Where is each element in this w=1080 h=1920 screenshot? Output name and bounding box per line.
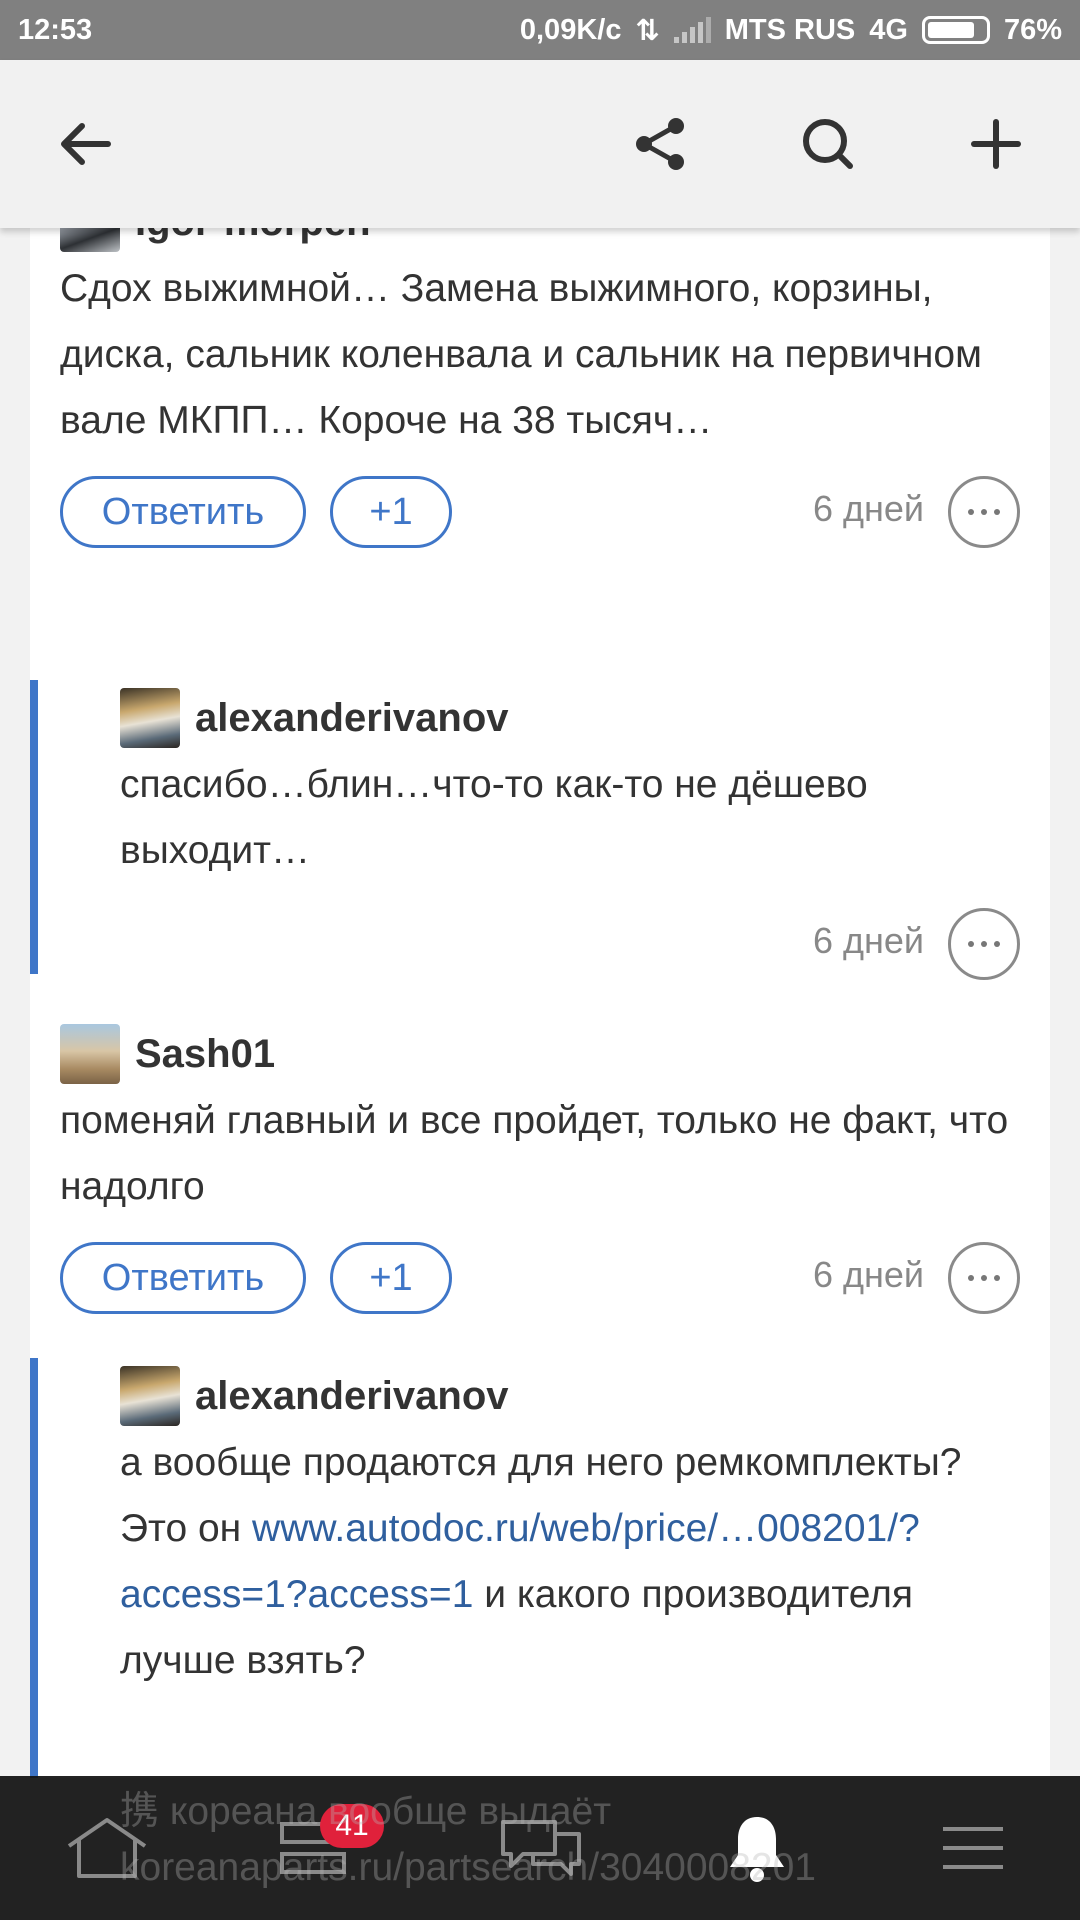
comment-author-row: alexanderivanov xyxy=(120,1366,1050,1426)
messages-icon xyxy=(501,1820,581,1876)
status-indicators: 0,09K/c ⇅ MTS RUS 4G 76% xyxy=(520,13,1062,48)
author-name[interactable]: Sash01 xyxy=(135,1032,275,1077)
signal-icon xyxy=(673,17,711,43)
bottom-navigation: 41 xyxy=(0,1776,1080,1920)
nav-menu[interactable] xyxy=(918,1800,1028,1896)
author-name[interactable]: alexanderivanov xyxy=(195,1374,509,1419)
comment-actions: Ответить +1 6 дней xyxy=(60,476,1050,550)
comment: Igor-morpeh Сдох выжимной… Замена выжимн… xyxy=(30,228,1050,550)
data-arrows-icon: ⇅ xyxy=(635,14,660,47)
comment-actions: 6 дней xyxy=(120,908,1050,982)
search-icon xyxy=(803,119,853,169)
avatar[interactable] xyxy=(60,1024,120,1084)
nav-feed[interactable]: 41 xyxy=(258,1800,384,1896)
battery-icon xyxy=(921,16,990,44)
plus-icon xyxy=(971,119,1021,169)
more-options-button[interactable] xyxy=(948,476,1020,548)
plus-one-button[interactable]: +1 xyxy=(330,476,452,548)
more-options-button[interactable] xyxy=(948,908,1020,980)
search-button[interactable] xyxy=(778,94,878,194)
network-type: 4G xyxy=(869,13,908,46)
avatar[interactable] xyxy=(60,228,120,252)
plus-one-button[interactable]: +1 xyxy=(330,1242,452,1314)
reply-button[interactable]: Ответить xyxy=(60,1242,306,1314)
battery-level: 76% xyxy=(1003,13,1062,46)
avatar[interactable] xyxy=(120,688,180,748)
top-toolbar xyxy=(0,60,1080,228)
comment-reply: alexanderivanov а вообще продаются для н… xyxy=(30,1358,1050,1778)
back-button[interactable] xyxy=(34,94,134,194)
notification-badge: 41 xyxy=(320,1804,384,1848)
comment-author-row: alexanderivanov xyxy=(120,688,1050,748)
comment-text-prefix: Это он xyxy=(120,1507,253,1550)
add-button[interactable] xyxy=(946,94,1046,194)
menu-icon xyxy=(943,1827,1003,1869)
comment-time: 6 дней xyxy=(812,920,924,961)
notifications-icon xyxy=(730,1817,784,1882)
comment: Sash01 поменяй главный и все пройдет, то… xyxy=(30,1024,1050,1316)
author-name[interactable]: alexanderivanov xyxy=(195,696,509,741)
comment-time: 6 дней xyxy=(812,1254,924,1295)
share-icon xyxy=(636,118,684,170)
status-bar: 12:53 0,09K/c ⇅ MTS RUS 4G 76% xyxy=(0,0,1080,60)
share-button[interactable] xyxy=(610,94,710,194)
comment-reply: alexanderivanov спасибо…блин…что-то как-… xyxy=(30,680,1050,980)
reply-button[interactable]: Ответить xyxy=(60,476,306,548)
more-options-button[interactable] xyxy=(948,1242,1020,1314)
carrier-name: MTS RUS xyxy=(724,13,856,46)
comments-list: Igor-morpeh Сдох выжимной… Замена выжимн… xyxy=(30,228,1050,1778)
comment-actions: Ответить +1 6 дней xyxy=(60,1242,1050,1316)
comment-time: 6 дней xyxy=(812,488,924,529)
comment-text: Сдох выжимной… Замена выжимного, корзины… xyxy=(60,267,982,442)
nav-messages[interactable] xyxy=(486,1800,596,1896)
nav-notifications[interactable] xyxy=(702,1800,812,1896)
comment-text: а вообще продаются для него ремкомплекты… xyxy=(120,1430,1000,1694)
comment-text: спасибо…блин…что-то как-то не дёшево вых… xyxy=(120,763,868,872)
arrow-left-icon xyxy=(61,123,111,165)
comment-text-line: а вообще продаются для него ремкомплекты… xyxy=(120,1441,962,1484)
avatar[interactable] xyxy=(120,1366,180,1426)
network-speed: 0,09K/c xyxy=(519,13,622,46)
nav-home[interactable] xyxy=(52,1800,162,1896)
comment-author-row: Sash01 xyxy=(60,1024,1050,1084)
home-icon xyxy=(67,1818,147,1878)
comment-text: поменяй главный и все пройдет, только не… xyxy=(60,1099,1009,1208)
comment-author-row: Igor-morpeh xyxy=(60,228,1050,252)
author-name[interactable]: Igor-morpeh xyxy=(135,228,371,245)
status-time: 12:53 xyxy=(18,13,93,46)
